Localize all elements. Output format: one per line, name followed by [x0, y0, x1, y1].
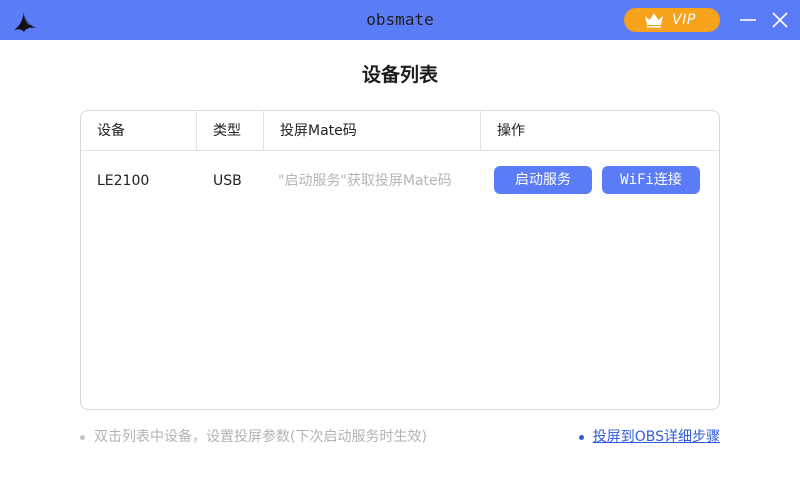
page-title: 设备列表 [361, 64, 438, 86]
header-type: 类型 [197, 111, 264, 151]
bird-logo-icon [14, 10, 36, 32]
app-window: obsmate VIP 设备列表 设备 类型 投屏Mate码 操作 LE2100 [0, 0, 800, 480]
bullet-dot-icon [578, 434, 584, 440]
device-type: USB [213, 173, 242, 189]
footer-hint: 双击列表中设备，设置投屏参数(下次启动服务时生效) [80, 426, 427, 448]
obs-guide-link-text[interactable]: 投屏到OBS详细步骤 [593, 426, 720, 448]
bullet-dot-icon [80, 434, 85, 440]
mate-code-placeholder: "启动服务"获取投屏Mate码 [278, 173, 452, 189]
obs-guide-link[interactable]: 投屏到OBS详细步骤 [578, 426, 720, 448]
table-header: 设备 类型 投屏Mate码 操作 [81, 111, 719, 151]
header-device: 设备 [81, 111, 197, 151]
header-actions: 操作 [497, 123, 525, 139]
device-name: LE2100 [97, 173, 150, 189]
vip-label: VIP [672, 12, 696, 28]
device-table: 设备 类型 投屏Mate码 操作 LE2100 USB "启动服务"获取投屏Ma… [80, 110, 720, 410]
minimize-icon[interactable] [738, 10, 758, 30]
crown-icon [645, 13, 664, 28]
wifi-connect-button[interactable]: WiFi连接 [602, 166, 700, 194]
vip-button[interactable]: VIP [624, 8, 720, 32]
close-icon[interactable] [770, 10, 790, 30]
header-mate-code: 投屏Mate码 [264, 111, 481, 151]
table-row[interactable]: LE2100 USB "启动服务"获取投屏Mate码 启动服务 WiFi连接 [81, 151, 719, 211]
start-service-button[interactable]: 启动服务 [494, 166, 592, 194]
title-bar[interactable]: obsmate VIP [0, 0, 800, 40]
footer-hint-text: 双击列表中设备，设置投屏参数(下次启动服务时生效) [94, 429, 427, 445]
